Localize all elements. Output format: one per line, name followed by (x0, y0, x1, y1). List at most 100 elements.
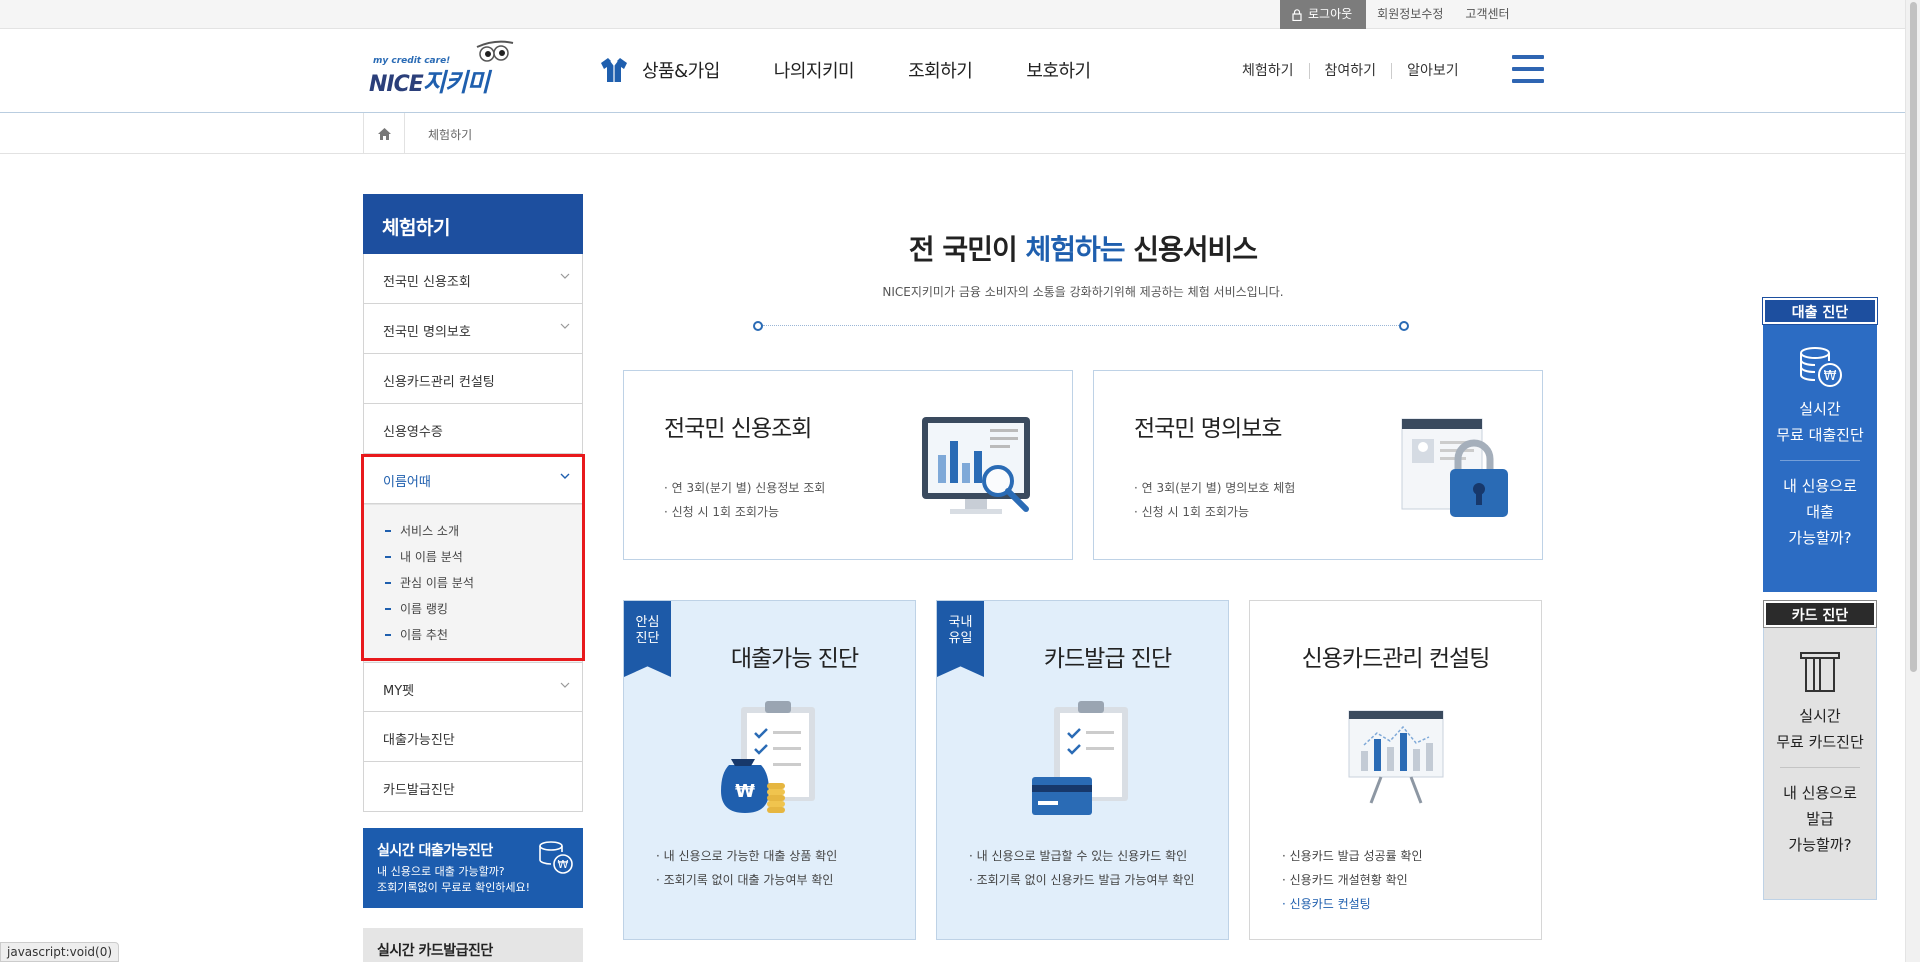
logo-eyes-icon (476, 40, 514, 62)
gnb-inquiry[interactable]: 조회하기 (908, 57, 973, 83)
card-desc-line: · 신청 시 1회 조회가능 (1134, 505, 1250, 519)
promo-loan-desc-line1: 내 신용으로 대출 가능할까? (377, 865, 505, 878)
home-icon (377, 127, 391, 140)
ribbon-line: 안심 (635, 615, 660, 630)
header-secondary-nav: 체험하기 참여하기 알아보기 (1242, 63, 1474, 79)
float-loan-diagnosis[interactable]: 대출 진단 ₩ 실시간 무료 대출진단 내 신용으로 대출 가능할까? (1762, 297, 1878, 592)
page-subtitle: NICE지키미가 금융 소비자의 소통을 강화하기위해 제공하는 체험 서비스입… (882, 285, 1284, 299)
float-card-q2: 발급 (1806, 810, 1834, 828)
float-card-q3: 가능할까? (1788, 836, 1852, 854)
sidebar-item-my-pet[interactable]: MY펫 (363, 662, 583, 712)
svg-text:₩: ₩ (558, 858, 569, 871)
card-desc: · 연 3회(분기 별) 신용정보 조회 · 신청 시 1회 조회가능 (664, 476, 825, 524)
breadcrumb-home[interactable] (363, 113, 405, 154)
hamburger-menu-icon[interactable] (1512, 55, 1544, 85)
sidebar-item-label: 전국민 신용조회 (383, 275, 471, 290)
divider (1780, 460, 1860, 461)
sidebar-item-label: 신용영수증 (383, 425, 443, 440)
card-desc-line: · 연 3회(분기 별) 신용정보 조회 (664, 481, 826, 495)
card-card-diagnosis[interactable]: 국내 유일 카드발급 진단 · 내 신용으로 발급할 수 있는 신용카드 확인 · … (936, 600, 1229, 940)
card-desc: · 내 신용으로 발급할 수 있는 신용카드 확인 · 조회기록 없이 신용카드 … (969, 844, 1194, 892)
promo-loan-desc-line2: 조회기록없이 무료로 확인하세요! (377, 881, 531, 894)
card-desc-line: · 신용카드 개설현황 확인 (1282, 873, 1408, 887)
util-bar: 로그아웃 회원정보수정 고객센터 (0, 0, 1905, 29)
clipboard-money-icon: ₩ (720, 701, 815, 813)
card-desc: · 내 신용으로 가능한 대출 상품 확인 · 조회기록 없이 대출 가능여부 확… (656, 844, 837, 892)
shirt-icon (601, 58, 627, 82)
gnb-protection[interactable]: 보호하기 (1026, 57, 1091, 83)
scrollbar-thumb[interactable] (1910, 2, 1917, 672)
lock-icon (1292, 8, 1302, 21)
chevron-down-icon (560, 682, 570, 688)
sidebar-item-loan-diagnosis[interactable]: 대출가능진단 (363, 712, 583, 762)
sidebar-item-label: 전국민 명의보호 (383, 325, 471, 340)
selection-highlight-box (361, 454, 585, 661)
float-loan-line2: 무료 대출진단 (1776, 426, 1864, 444)
sidebar-item-identity-protection[interactable]: 전국민 명의보호 (363, 304, 583, 354)
title-post: 신용서비스 (1124, 233, 1258, 266)
card-desc-line: · 내 신용으로 가능한 대출 상품 확인 (656, 849, 838, 863)
sidebar-item-card-consulting[interactable]: 신용카드관리 컨설팅 (363, 354, 583, 404)
float-card-q1: 내 신용으로 (1783, 784, 1857, 802)
promo-loan-banner[interactable]: 실시간 대출가능진단 내 신용으로 대출 가능할까? 조회기록없이 무료로 확인하… (363, 828, 583, 908)
sidebar-title: 체험하기 (363, 194, 583, 254)
gnb-products[interactable]: 상품&가입 (600, 57, 720, 83)
card-credit-inquiry[interactable]: 전국민 신용조회 · 연 3회(분기 별) 신용정보 조회 · 신청 시 1회 조… (623, 370, 1073, 560)
float-loan-q1: 내 신용으로 (1783, 477, 1857, 495)
sidebar-item-label: 신용카드관리 컨설팅 (383, 375, 495, 390)
page-title: 전 국민이 체험하는 신용서비스 (623, 228, 1543, 268)
card-title: 신용카드관리 컨설팅 (1301, 646, 1491, 672)
card-title: 전국민 명의보호 (1134, 416, 1282, 442)
coin-stack-icon: ₩ (1800, 347, 1842, 387)
util-links: 로그아웃 회원정보수정 고객센터 (1280, 0, 1521, 29)
status-bar-url: javascript:void(0) (0, 942, 120, 962)
card-identity-protection[interactable]: 전국민 명의보호 · 연 3회(분기 별) 명의보호 체험 · 신청 시 1회 조… (1093, 370, 1543, 560)
card-desc-line: · 내 신용으로 발급할 수 있는 신용카드 확인 (969, 849, 1188, 863)
card-desc: · 연 3회(분기 별) 명의보호 체험 · 신청 시 1회 조회가능 (1134, 476, 1295, 524)
sidebar-item-card-diagnosis[interactable]: 카드발급진단 (363, 762, 583, 812)
title-pre: 전 국민이 (908, 233, 1026, 266)
coin-stack-icon: ₩ (539, 841, 573, 874)
float-card-line1: 실시간 (1799, 707, 1841, 725)
float-loan-head: 대출 진단 (1762, 297, 1878, 325)
gnb-my-jikimi[interactable]: 나의지키미 (774, 57, 855, 83)
svg-text:₩: ₩ (735, 781, 755, 802)
card-desc-line: · 연 3회(분기 별) 명의보호 체험 (1134, 481, 1296, 495)
customer-center-link[interactable]: 고객센터 (1454, 0, 1520, 29)
float-card-head: 카드 진단 (1763, 600, 1877, 628)
card-title: 전국민 신용조회 (664, 416, 812, 442)
card-loan-diagnosis[interactable]: 안심 진단 대출가능 진단 ₩ · 내 신용으로 가능한 대출 상품 확인 · 조회… (623, 600, 916, 940)
logout-link[interactable]: 로그아웃 (1280, 0, 1367, 29)
float-loan-line1: 실시간 (1799, 400, 1841, 418)
title-highlight: 체험하는 (1025, 233, 1125, 266)
card-desc-line: · 조회기록 없이 대출 가능여부 확인 (656, 873, 834, 887)
header: my credit care! NICE지키미 상품&가입 나의지키미 조회하기… (0, 29, 1905, 113)
card-slot-icon (1800, 652, 1840, 692)
ribbon-line: 국내 (948, 615, 973, 630)
hnav-learn[interactable]: 알아보기 (1391, 63, 1474, 79)
logo-brand: 지키미 (422, 68, 490, 97)
presentation-board-icon (1348, 710, 1443, 804)
monitor-chart-icon (922, 417, 1030, 514)
logo[interactable]: my credit care! NICE지키미 (369, 35, 519, 97)
logo-wordmark: NICE지키미 (369, 63, 490, 99)
member-edit-link[interactable]: 회원정보수정 (1366, 0, 1454, 29)
promo-card-banner[interactable]: 실시간 카드발급진단 (363, 928, 583, 962)
sidebar-item-credit-inquiry[interactable]: 전국민 신용조회 (363, 254, 583, 304)
svg-text:₩: ₩ (1824, 369, 1837, 384)
float-card-diagnosis[interactable]: 카드 진단 실시간 무료 카드진단 내 신용으로 발급 가능할까? (1763, 600, 1877, 900)
hnav-experience[interactable]: 체험하기 (1242, 63, 1309, 79)
card-desc-line: · 신용카드 발급 성공률 확인 (1282, 849, 1423, 863)
sidebar-item-credit-receipt[interactable]: 신용영수증 (363, 404, 583, 454)
consulting-link[interactable]: · 신용카드 컨설팅 (1282, 892, 1423, 916)
page-scrollbar[interactable] (1905, 0, 1920, 962)
padlock-document-icon (1401, 418, 1508, 517)
promo-card-title: 실시간 카드발급진단 (377, 943, 493, 959)
float-loan-q2: 대출 (1806, 503, 1834, 521)
hnav-participate[interactable]: 참여하기 (1308, 63, 1392, 79)
sidebar-item-label: MY펫 (383, 684, 415, 699)
global-nav: 상품&가입 나의지키미 조회하기 보호하기 (600, 57, 1145, 83)
card-card-consulting[interactable]: 신용카드관리 컨설팅 · 신용카드 발급 성공률 확인 · 신용카드 개설현황 확… (1249, 600, 1542, 940)
divider (1780, 767, 1860, 768)
float-loan-body: ₩ 실시간 무료 대출진단 내 신용으로 대출 가능할까? (1763, 324, 1877, 592)
